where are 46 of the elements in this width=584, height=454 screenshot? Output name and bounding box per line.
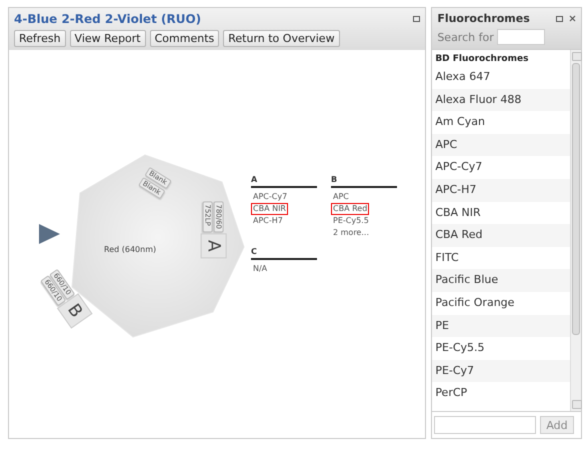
toolbar-button[interactable]: Refresh <box>14 30 66 47</box>
list-item[interactable]: Pacific Blue <box>432 269 570 292</box>
maximize-icon[interactable] <box>413 16 420 22</box>
add-field[interactable] <box>434 416 536 434</box>
list-item[interactable]: PE-Cy5.5 <box>432 337 570 360</box>
toolbar-button[interactable]: View Report <box>70 30 146 47</box>
list-item[interactable]: Pacific Orange <box>432 292 570 315</box>
list-item[interactable]: CBA Red <box>432 224 570 247</box>
maximize-icon[interactable] <box>556 16 563 22</box>
channel-header: A <box>251 175 317 188</box>
detector-tab[interactable]: A <box>200 233 227 259</box>
channel-entry: N/A <box>252 263 268 275</box>
scroll-up-icon[interactable] <box>572 52 582 61</box>
toolbar-button[interactable]: Comments <box>150 30 220 47</box>
triangle-icon <box>39 224 60 244</box>
search-label: Search for <box>437 30 494 44</box>
close-icon[interactable] <box>569 15 576 22</box>
channel-entry: APC-H7 <box>252 215 284 227</box>
scroll-down-icon[interactable] <box>572 400 582 409</box>
channel-header: C <box>251 247 317 260</box>
list-item[interactable]: APC <box>432 134 570 156</box>
panel-title: 4-Blue 2-Red 2-Violet (RUO) <box>14 12 202 26</box>
list-item[interactable]: PE <box>432 314 570 338</box>
list-item[interactable]: Alexa 647 <box>432 66 570 89</box>
channel-entry: CBA Red <box>331 203 370 215</box>
list-item[interactable]: FITC <box>432 246 570 270</box>
channel-entry: APC <box>332 191 350 203</box>
channel-header: B <box>331 175 397 188</box>
panel-title: Fluorochromes <box>437 12 530 25</box>
channel-entry: PE-Cy5.5 <box>332 215 370 227</box>
group-header: BD Fluorochromes <box>434 53 530 66</box>
channel-entry: CBA NIR <box>251 203 288 215</box>
list-item[interactable]: APC-H7 <box>432 178 570 202</box>
scroll-thumb[interactable] <box>572 63 580 335</box>
laser-label: Red (640nm) <box>104 245 156 254</box>
search-field[interactable] <box>496 29 545 45</box>
list-item[interactable]: Alexa Fluor 488 <box>432 88 570 112</box>
list-item[interactable]: APC-Cy7 <box>432 156 570 179</box>
list-item[interactable]: PerCP <box>432 382 570 405</box>
list-item[interactable]: CBA NIR <box>432 202 570 224</box>
channel-entry: 2 more... <box>332 227 370 239</box>
scrollbar[interactable] <box>570 50 581 411</box>
toolbar-button[interactable]: Return to Overview <box>223 30 340 47</box>
channel-entry: APC-Cy7 <box>252 191 288 203</box>
list-item[interactable]: Am Cyan <box>432 111 570 134</box>
list-item[interactable]: PE-Cy7 <box>432 360 570 382</box>
